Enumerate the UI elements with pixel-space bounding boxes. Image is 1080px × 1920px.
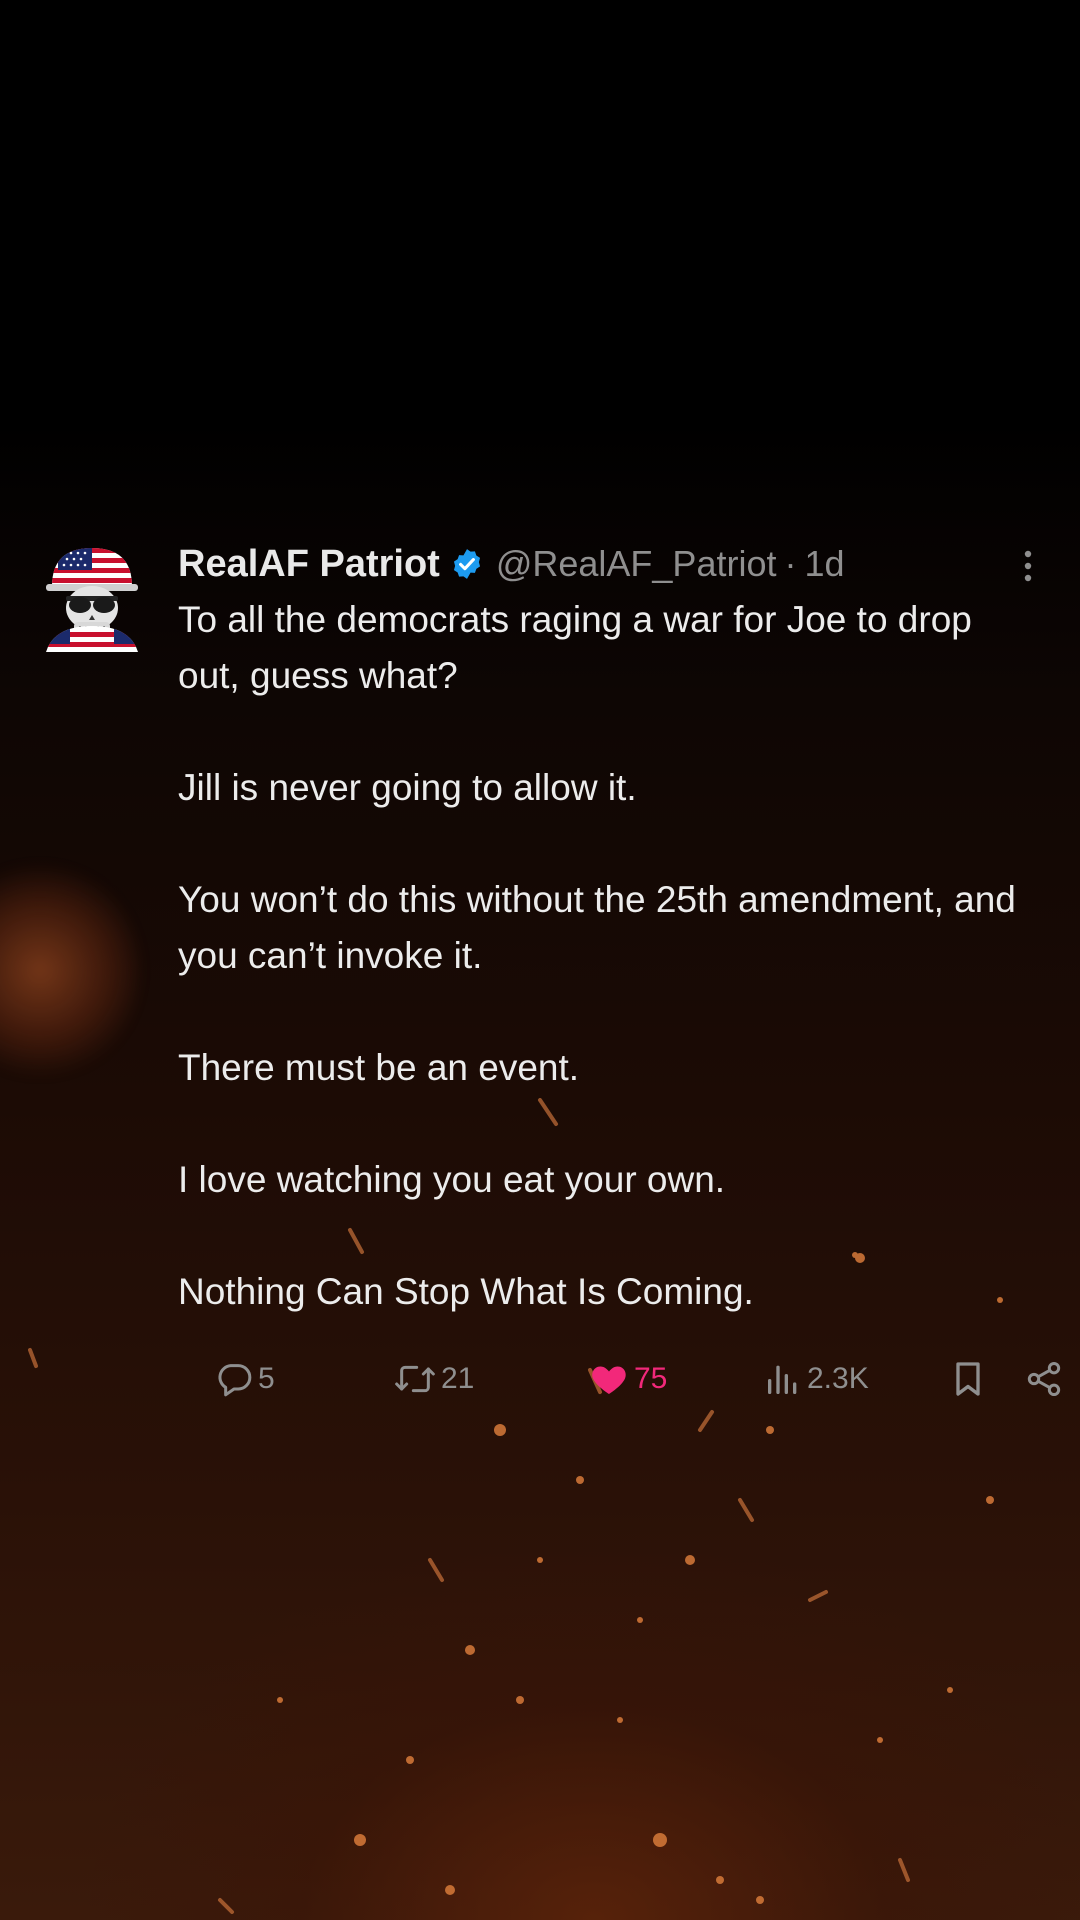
- repost-button[interactable]: 21: [393, 1354, 474, 1404]
- post-header: RealAF Patriot @RealAF_Patriot · 1d: [178, 542, 845, 586]
- display-name[interactable]: RealAF Patriot: [178, 543, 440, 586]
- post-paragraph: You won’t do this without the 25th amend…: [178, 879, 1016, 976]
- like-button[interactable]: 75: [588, 1354, 667, 1404]
- repost-icon: [395, 1365, 435, 1393]
- reply-count: 5: [258, 1362, 275, 1395]
- user-handle[interactable]: @RealAF_Patriot: [496, 543, 777, 585]
- verified-badge-icon: [453, 549, 480, 579]
- bookmark-button[interactable]: [948, 1354, 988, 1404]
- bokeh-light: [0, 860, 140, 1080]
- like-icon: [592, 1366, 626, 1394]
- bookmark-icon: [956, 1362, 980, 1396]
- screen: RealAF Patriot @RealAF_Patriot · 1d To a…: [0, 0, 1080, 1920]
- reply-button[interactable]: 5: [214, 1354, 275, 1404]
- skull-with-american-flag-hat-icon[interactable]: [44, 542, 140, 658]
- action-bar: 5 21 75 2.3K: [178, 1354, 1061, 1404]
- repost-count: 21: [441, 1362, 475, 1395]
- post-paragraph: There must be an event.: [178, 1047, 580, 1088]
- reply-icon: [218, 1364, 252, 1397]
- post-paragraph: Nothing Can Stop What Is Coming.: [178, 1271, 754, 1312]
- separator-dot: ·: [784, 543, 797, 584]
- share-icon: [1027, 1362, 1061, 1396]
- post-paragraph: I love watching you eat your own.: [178, 1159, 726, 1200]
- views-icon: [768, 1365, 797, 1394]
- more-options-icon[interactable]: [1018, 546, 1038, 586]
- post-paragraph: To all the democrats raging a war for Jo…: [178, 599, 972, 696]
- share-button[interactable]: [1024, 1354, 1064, 1404]
- post-timestamp[interactable]: 1d: [804, 543, 844, 585]
- views-count: 2.3K: [807, 1362, 869, 1395]
- like-count: 75: [634, 1362, 668, 1395]
- post-paragraph: Jill is never going to allow it.: [178, 767, 637, 808]
- post-text: To all the democrats raging a war for Jo…: [178, 592, 1038, 1320]
- views-button[interactable]: 2.3K: [763, 1354, 869, 1404]
